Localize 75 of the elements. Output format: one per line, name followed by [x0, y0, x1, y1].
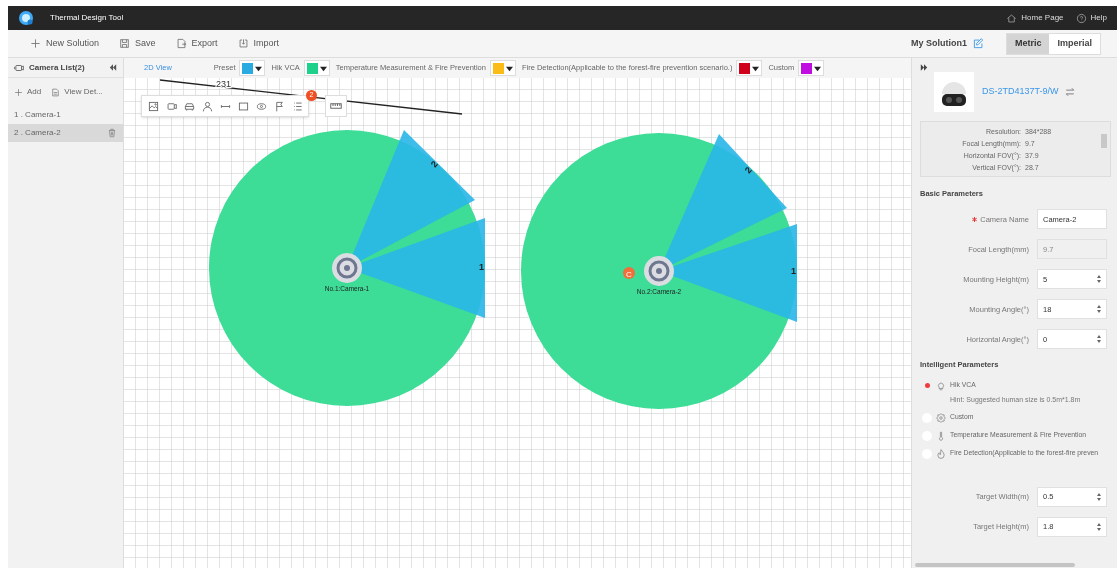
- help-icon: [1075, 12, 1087, 24]
- camera-image: [934, 72, 974, 112]
- person-icon: [201, 100, 213, 112]
- marker-label: C: [626, 269, 632, 279]
- required-asterisk-icon: [972, 216, 978, 222]
- color-picker[interactable]: [239, 60, 266, 76]
- spin-up-icon[interactable]: [1097, 305, 1101, 309]
- save-button[interactable]: Save: [119, 36, 156, 51]
- spin-down-icon[interactable]: [1097, 340, 1101, 344]
- expand-icon[interactable]: [920, 64, 928, 71]
- ruler-icon: [330, 100, 342, 112]
- zone-label: 2: [428, 159, 440, 170]
- flag-icon: [273, 100, 285, 112]
- export-icon: [175, 38, 187, 49]
- image-icon: [147, 100, 159, 112]
- spin-up-icon[interactable]: [1097, 275, 1101, 279]
- plus-icon: [14, 87, 23, 97]
- horizontal-scrollbar[interactable]: [915, 563, 1075, 567]
- rectangle-icon: [237, 100, 249, 112]
- help-link[interactable]: Help: [1075, 12, 1107, 24]
- camera-icon: [165, 100, 177, 112]
- view-details-button[interactable]: View Det...: [51, 86, 103, 98]
- spin-down-icon[interactable]: [1097, 497, 1101, 501]
- solution-name: My Solution1: [910, 36, 967, 50]
- spin-up-icon[interactable]: [1097, 492, 1101, 496]
- spin-down-icon[interactable]: [1097, 527, 1101, 531]
- caret-icon: [319, 64, 327, 72]
- caret-icon: [752, 64, 760, 72]
- swap-icon: [1064, 87, 1075, 97]
- spin-down-icon[interactable]: [1097, 310, 1101, 314]
- camera-icon[interactable]: [644, 256, 674, 286]
- zone-label: 1: [791, 266, 796, 276]
- edit-icon: [972, 38, 984, 49]
- new-button[interactable]: New Solution: [30, 36, 100, 51]
- import-button[interactable]: Import: [237, 36, 280, 51]
- spin-up-icon[interactable]: [1097, 335, 1101, 339]
- caret-icon: [255, 64, 263, 72]
- list-icon: [291, 100, 303, 112]
- thermometer-icon: [936, 430, 946, 441]
- color-picker[interactable]: [798, 60, 825, 76]
- spin-up-icon[interactable]: [1097, 522, 1101, 526]
- camera-list-item[interactable]: 2 . Camera-2: [8, 124, 123, 142]
- app-title: Thermal Design Tool: [50, 12, 124, 24]
- import-icon: [237, 38, 249, 49]
- add-button[interactable]: Add: [14, 86, 42, 98]
- scrollbar[interactable]: [1101, 134, 1107, 148]
- ruler-tool[interactable]: [325, 95, 347, 117]
- app-logo-icon: [18, 10, 34, 26]
- camera-icon[interactable]: [332, 253, 362, 283]
- export-button[interactable]: Export: [175, 36, 218, 51]
- trash-icon: [107, 128, 117, 138]
- collapse-icon[interactable]: [109, 64, 117, 71]
- eye-icon: [255, 100, 267, 112]
- home-link[interactable]: Home Page: [1006, 12, 1064, 24]
- plus-icon: [30, 38, 41, 49]
- gear-icon: [936, 412, 946, 423]
- spin-down-icon[interactable]: [1097, 280, 1101, 284]
- color-picker[interactable]: [489, 60, 516, 76]
- flame-icon: [936, 448, 946, 459]
- document-icon: [51, 87, 61, 97]
- camera-list-item[interactable]: 1 . Camera-1: [8, 106, 123, 124]
- sidebar-title: Camera List(2): [29, 61, 85, 74]
- zone-label: 1: [479, 262, 484, 272]
- save-icon: [119, 38, 131, 49]
- camera-list-icon: [14, 62, 24, 73]
- car-icon: [183, 100, 195, 112]
- caret-icon: [505, 64, 513, 72]
- unit-tab[interactable]: Metric: [1006, 33, 1050, 54]
- zone-label: 2: [742, 165, 754, 176]
- color-picker[interactable]: [736, 60, 763, 76]
- lightbulb-icon: [936, 380, 946, 391]
- color-picker[interactable]: [303, 60, 330, 76]
- caret-icon: [814, 64, 822, 72]
- measurement-label: 231: [216, 79, 232, 89]
- home-icon: [1006, 12, 1018, 24]
